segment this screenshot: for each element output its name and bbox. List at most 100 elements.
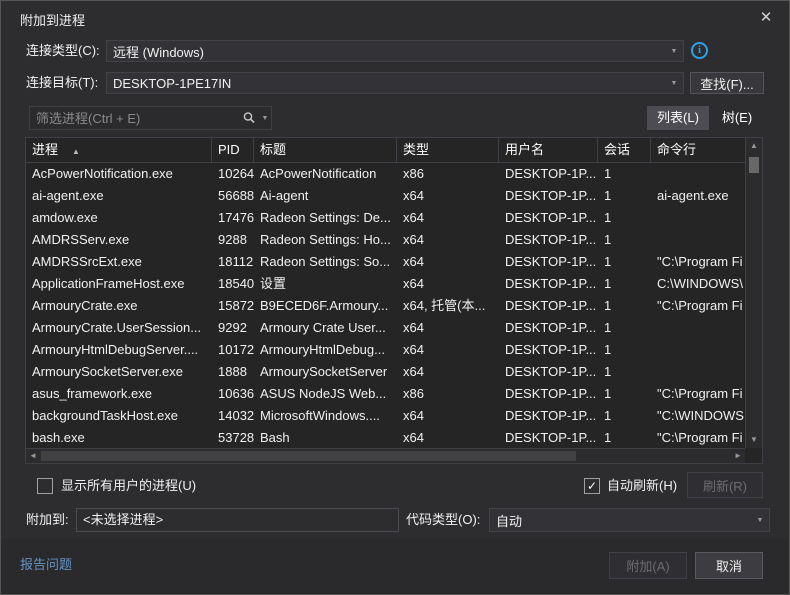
show-all-users-checkbox[interactable] [37, 478, 53, 494]
cell-type: x64 [397, 273, 499, 295]
table-row[interactable]: AMDRSSrcExt.exe 18112 Radeon Settings: S… [26, 251, 762, 273]
connection-type-value: 远程 (Windows) [107, 42, 665, 61]
cell-type: x64 [397, 207, 499, 229]
cell-process: AMDRSServ.exe [26, 229, 212, 251]
scroll-up-icon[interactable]: ▲ [746, 139, 762, 153]
cell-process: asus_framework.exe [26, 383, 212, 405]
cell-title: AcPowerNotification [254, 163, 397, 185]
cell-pid: 10264 [212, 163, 254, 185]
cell-type: x86 [397, 163, 499, 185]
cell-cmdline: "C:\Program Fi [651, 295, 745, 317]
cell-session: 1 [598, 185, 651, 207]
cell-user: DESKTOP-1P... [499, 361, 598, 383]
column-header-user[interactable]: 用户名 [499, 138, 598, 162]
cancel-button[interactable]: 取消 [695, 552, 763, 579]
table-row[interactable]: ArmouryCrate.exe 15872 B9ECED6F.Armoury.… [26, 295, 762, 317]
chevron-down-icon[interactable]: ▼ [259, 115, 271, 122]
table-row[interactable]: ai-agent.exe 56688 Ai-agent x64 DESKTOP-… [26, 185, 762, 207]
cell-cmdline [651, 207, 745, 229]
scroll-left-icon[interactable]: ◄ [26, 449, 40, 463]
table-row[interactable]: AMDRSServ.exe 9288 Radeon Settings: Ho..… [26, 229, 762, 251]
cell-cmdline [651, 229, 745, 251]
table-row[interactable]: AcPowerNotification.exe 10264 AcPowerNot… [26, 163, 762, 185]
cell-pid: 53728 [212, 427, 254, 449]
scroll-right-icon[interactable]: ► [731, 449, 745, 463]
cell-user: DESKTOP-1P... [499, 207, 598, 229]
info-icon[interactable]: i [691, 42, 708, 59]
table-row[interactable]: backgroundTaskHost.exe 14032 MicrosoftWi… [26, 405, 762, 427]
connection-target-label: 连接目标(T): [26, 72, 98, 94]
column-header-title[interactable]: 标题 [254, 138, 397, 162]
connection-type-select[interactable]: 远程 (Windows) ▼ [106, 40, 684, 62]
column-header-pid[interactable]: PID [212, 138, 254, 162]
cell-user: DESKTOP-1P... [499, 295, 598, 317]
code-type-value: 自动 [490, 511, 751, 530]
table-row[interactable]: amdow.exe 17476 Radeon Settings: De... x… [26, 207, 762, 229]
cell-session: 1 [598, 405, 651, 427]
cell-title: Ai-agent [254, 185, 397, 207]
cell-pid: 18112 [212, 251, 254, 273]
table-row[interactable]: ArmouryCrate.UserSession... 9292 Armoury… [26, 317, 762, 339]
scroll-down-icon[interactable]: ▼ [746, 433, 762, 447]
table-row[interactable]: bash.exe 53728 Bash x64 DESKTOP-1P... 1 … [26, 427, 762, 449]
cell-type: x64 [397, 405, 499, 427]
cell-cmdline: "C:\WINDOWS [651, 405, 745, 427]
cell-cmdline [651, 361, 745, 383]
cell-title: Radeon Settings: De... [254, 207, 397, 229]
connection-target-select[interactable]: DESKTOP-1PE17IN ▼ [106, 72, 684, 94]
column-header-cmdline[interactable]: 命令行 [651, 138, 745, 162]
cell-user: DESKTOP-1P... [499, 405, 598, 427]
table-row[interactable]: ArmourySocketServer.exe 1888 ArmourySock… [26, 361, 762, 383]
vertical-scrollbar[interactable]: ▲ ▼ [745, 138, 762, 448]
column-header-process[interactable]: 进程▲ [26, 138, 212, 162]
attach-to-process-dialog: 附加到进程 ✕ 连接类型(C): 远程 (Windows) ▼ i 连接目标(T… [0, 0, 790, 595]
cell-type: x64 [397, 185, 499, 207]
find-button[interactable]: 查找(F)... [690, 72, 764, 94]
cell-pid: 18540 [212, 273, 254, 295]
cell-title: Armoury Crate User... [254, 317, 397, 339]
cell-title: Bash [254, 427, 397, 449]
table-row[interactable]: ArmouryHtmlDebugServer.... 10172 Armoury… [26, 339, 762, 361]
cell-title: 设置 [254, 273, 397, 295]
attach-to-label: 附加到: [26, 509, 69, 531]
sort-ascending-icon: ▲ [72, 147, 80, 156]
auto-refresh-checkbox[interactable]: ✓ [584, 478, 600, 494]
table-row[interactable]: asus_framework.exe 10636 ASUS NodeJS Web… [26, 383, 762, 405]
close-icon[interactable]: ✕ [753, 7, 779, 29]
cell-user: DESKTOP-1P... [499, 251, 598, 273]
cell-cmdline [651, 339, 745, 361]
list-view-button[interactable]: 列表(L) [647, 106, 709, 130]
connection-type-label: 连接类型(C): [26, 40, 100, 62]
horizontal-scrollbar-thumb[interactable] [41, 451, 576, 461]
attach-to-field[interactable]: <未选择进程> [76, 508, 399, 532]
cell-session: 1 [598, 251, 651, 273]
report-problem-link[interactable]: 报告问题 [20, 554, 72, 573]
cell-pid: 9292 [212, 317, 254, 339]
table-row[interactable]: ApplicationFrameHost.exe 18540 设置 x64 DE… [26, 273, 762, 295]
refresh-button[interactable]: 刷新(R) [687, 472, 763, 498]
column-header-session[interactable]: 会话 [598, 138, 651, 162]
filter-input[interactable] [30, 111, 241, 126]
show-all-users-label: 显示所有用户的进程(U) [61, 475, 196, 497]
column-header-type[interactable]: 类型 [397, 138, 499, 162]
vertical-scrollbar-thumb[interactable] [749, 157, 759, 173]
horizontal-scrollbar[interactable]: ◄ ► [26, 448, 745, 463]
search-icon[interactable] [241, 110, 257, 126]
cell-process: bash.exe [26, 427, 212, 449]
cell-type: x64 [397, 229, 499, 251]
cell-process: backgroundTaskHost.exe [26, 405, 212, 427]
cell-user: DESKTOP-1P... [499, 229, 598, 251]
cell-type: x64 [397, 427, 499, 449]
code-type-select[interactable]: 自动 ▼ [489, 508, 770, 532]
process-table: 进程▲ PID 标题 类型 用户名 会话 命令行 AcPowerNotifica… [25, 137, 763, 464]
cell-session: 1 [598, 383, 651, 405]
cell-process: amdow.exe [26, 207, 212, 229]
cell-user: DESKTOP-1P... [499, 163, 598, 185]
cell-session: 1 [598, 317, 651, 339]
cell-user: DESKTOP-1P... [499, 317, 598, 339]
cell-title: ArmourySocketServer [254, 361, 397, 383]
attach-button[interactable]: 附加(A) [609, 552, 687, 579]
table-header: 进程▲ PID 标题 类型 用户名 会话 命令行 [26, 138, 745, 163]
cell-user: DESKTOP-1P... [499, 427, 598, 449]
tree-view-button[interactable]: 树(E) [713, 106, 761, 130]
